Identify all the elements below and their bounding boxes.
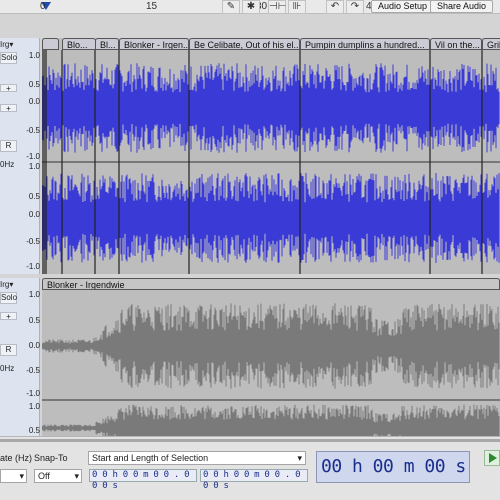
track1-gain-plus[interactable]: + [0,84,17,93]
chevron-down-icon: ▾ [19,471,24,481]
track1-scale-label: 1.0 [28,51,40,60]
share-audio-button[interactable]: Share Audio [430,0,494,13]
waveform-channel [42,303,500,389]
snap-to-select[interactable]: Off ▾ [34,469,82,483]
clip-header[interactable]: Blonker - Irgendwie [42,278,500,290]
track2-gain-plus[interactable]: + [0,312,17,321]
draw-tool-icon[interactable]: ✎ [222,0,240,14]
track1-scale-label: 0.5 [28,80,40,89]
audio-position-display[interactable]: 00 h 00 m 00 s [316,451,470,483]
track1-pan-right[interactable]: R [0,140,17,152]
track2-scale-label: 0.5 [28,426,40,435]
track1-menu[interactable]: Irg▾ [0,40,20,50]
track2-scale-label: 0.5 [28,316,40,325]
track1-pan-plus[interactable]: + [0,104,17,113]
clip-header[interactable]: Pumpin dumplins a hundred... [300,38,430,50]
audio-setup-button[interactable]: Audio Setup [371,0,435,13]
track2-rate: 0Hz [0,364,15,373]
track2-menu[interactable]: Irg▾ [0,280,20,290]
clip-header[interactable]: Blonker - Irgen... [119,38,189,50]
track1-scale-label: 0.0 [28,210,40,219]
track2-scale-label: -0.5 [26,366,40,375]
clip-header[interactable]: Be Celibate, Out of his el... [189,38,300,50]
play-at-speed-button[interactable] [484,450,500,466]
track1-scale-label: -0.5 [26,126,40,135]
track1-rate: 0Hz [0,160,15,169]
chevron-down-icon: ▾ [9,280,14,289]
track2-solo-button[interactable]: Solo [0,292,17,304]
selection-start-time[interactable]: 0 0 h 0 0 m 0 0 . 0 0 0 s [89,469,197,491]
track2-waveform-area[interactable]: Blonker - Irgendwie [42,278,500,436]
track1-scale-label: -1.0 [26,152,40,161]
horizontal-scrollbar[interactable] [0,439,500,442]
chevron-down-icon: ▾ [297,453,302,463]
chevron-down-icon: ▾ [74,471,79,481]
trim-audio-icon[interactable]: ⊣⊢ [268,0,286,14]
clip-header[interactable]: Bl... [95,38,119,50]
track2-name: Irg [0,280,10,289]
track1-scale-label: -1.0 [26,262,40,271]
silence-audio-icon[interactable]: ⊪ [288,0,306,14]
track2-control-panel: Irg▾ Solo + R 0Hz [0,278,40,436]
clip-header[interactable] [42,38,59,50]
track2-pan-right[interactable]: R [0,344,17,356]
waveform-channel [42,404,500,436]
clip-header[interactable]: Grill [482,38,500,50]
ruler-tick: 15 [146,1,158,12]
project-rate-select[interactable]: ▾ [0,469,27,483]
track1-solo-button[interactable]: Solo [0,52,17,64]
selection-mode-select[interactable]: Start and Length of Selection ▾ [88,451,306,465]
snap-to-value: Off [38,471,50,481]
snap-to-label: Snap-To [34,453,68,463]
project-rate-label: ate (Hz) [0,453,33,463]
undo-icon[interactable]: ↶ [326,0,344,14]
track1-scale-label: -0.5 [26,237,40,246]
chevron-down-icon: ▾ [9,40,14,49]
track1-scale-label: 0.0 [28,97,40,106]
clip-header[interactable]: Vil on the... [430,38,482,50]
track1-waveform-area[interactable]: Blo... Bl... Blonker - Irgen... Be Celib… [42,38,500,274]
track2-scale-label: 1.0 [28,402,40,411]
track2-waveform[interactable] [42,278,500,436]
track2-scale-label: 0.0 [28,341,40,350]
ruler-tick: 0 [40,1,46,12]
selection-mode-value: Start and Length of Selection [92,453,209,463]
timeline-ruler[interactable]: 0 15 30 45 ✎ ✱ ⊣⊢ ⊪ ↶ ↷ Audio Setup Shar… [0,0,500,14]
selection-length-time[interactable]: 0 0 h 0 0 m 0 0 . 0 0 0 s [200,469,308,491]
track1-waveform[interactable] [42,38,500,274]
track2-scale-label: 1.0 [28,290,40,299]
track1-scale-label: 1.0 [28,162,40,171]
track2-scale-label: -1.0 [26,389,40,398]
track1-name: Irg [0,40,10,49]
clip-header[interactable]: Blo... [62,38,96,50]
play-icon [489,453,497,463]
redo-icon[interactable]: ↷ [346,0,364,14]
track1-scale-label: 0.5 [28,192,40,201]
multi-tool-icon[interactable]: ✱ [242,0,260,14]
